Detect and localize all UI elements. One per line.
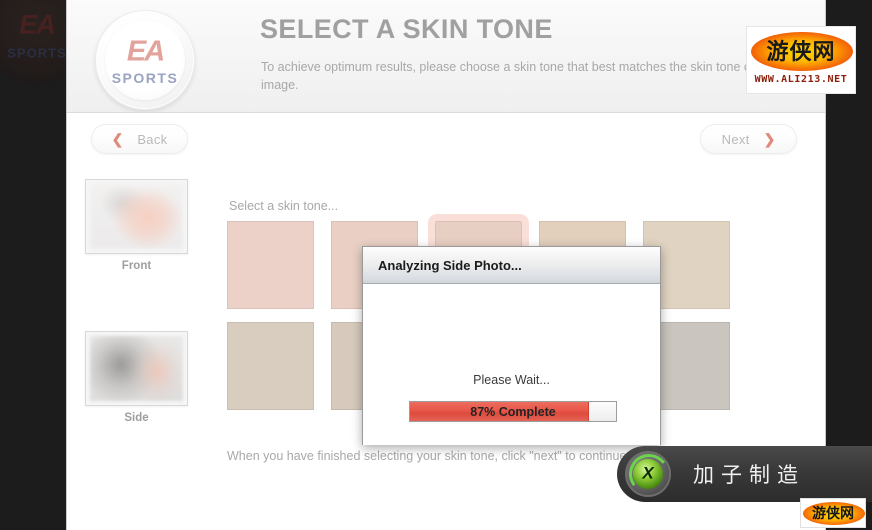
thumbnail-side[interactable]: Side [85, 331, 188, 424]
xbox-logo-icon: X [625, 451, 672, 497]
ea-wordmark: SPORTS [111, 69, 179, 86]
thumbnail-front-caption: Front [121, 260, 152, 272]
skin-tone-swatch[interactable] [227, 221, 314, 309]
dialog-titlebar: Analyzing Side Photo... [363, 247, 660, 284]
chevron-right-icon: ❯ [763, 130, 776, 147]
watermark-top-url: WWW.ALI213.NET [754, 74, 848, 85]
swatch-instruction: Select a skin tone... [229, 199, 339, 213]
footer-note: When you have finished selecting your sk… [227, 449, 630, 463]
next-button[interactable]: Next ❯ [700, 124, 797, 154]
next-button-label: Next [721, 131, 750, 147]
background-ea-mark: EA [19, 9, 56, 40]
xbox-overlay: X 加子制造 [617, 446, 872, 502]
ea-mark: EA [126, 35, 165, 68]
progress-bar-label: 87% Complete [470, 404, 556, 419]
back-button-label: Back [137, 131, 168, 147]
background-ea-wordmark: SPORTS [7, 45, 67, 61]
header: EA SPORTS SELECT A SKIN TONE To achieve … [67, 0, 825, 113]
thumbnail-front-frame [85, 179, 188, 254]
analyzing-dialog: Analyzing Side Photo... Please Wait... 8… [362, 246, 661, 445]
please-wait-text: Please Wait... [473, 373, 550, 387]
page-title: SELECT A SKIN TONE [260, 14, 553, 44]
progress-bar: 87% Complete [409, 401, 617, 422]
page-subtitle: To achieve optimum results, please choos… [261, 60, 783, 92]
thumbnail-front[interactable]: Front [85, 179, 188, 272]
watermark-top-text: 游侠网 [766, 40, 836, 65]
navigation-row: ❮ Back Next ❯ [67, 113, 825, 169]
watermark-bottom-text: 游侠网 [812, 506, 854, 522]
thumbnail-side-caption: Side [124, 412, 149, 424]
thumbnail-front-image [90, 184, 183, 249]
chevron-left-icon: ❮ [111, 130, 124, 147]
xbox-logo-arc [626, 451, 672, 497]
dialog-title: Analyzing Side Photo... [378, 257, 522, 273]
ea-sports-logo-icon: EA SPORTS [95, 10, 195, 110]
thumbnail-side-image [90, 336, 183, 401]
thumbnail-side-frame [85, 331, 188, 406]
dialog-body: Please Wait... 87% Complete [363, 284, 660, 445]
watermark-top: 游侠网 WWW.ALI213.NET [746, 26, 856, 94]
back-button[interactable]: ❮ Back [91, 124, 188, 154]
watermark-bottom: 游侠网 [800, 498, 866, 528]
skin-tone-swatch[interactable] [227, 322, 314, 410]
xbox-overlay-label: 加子制造 [693, 463, 805, 487]
